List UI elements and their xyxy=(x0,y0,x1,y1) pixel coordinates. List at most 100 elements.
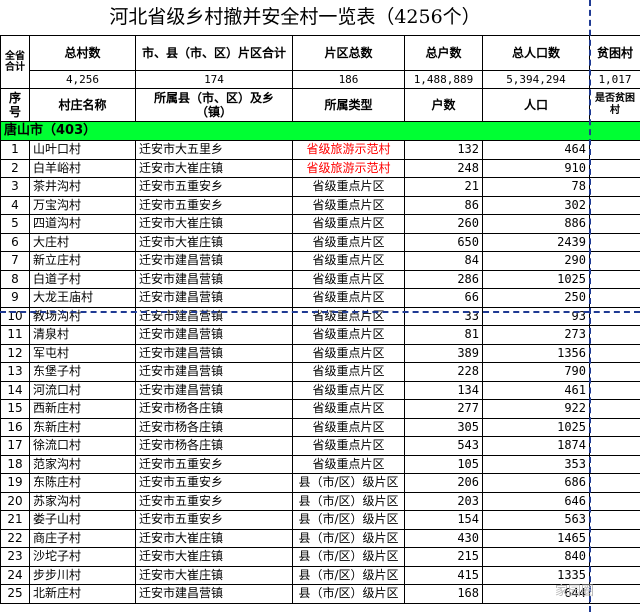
households: 415 xyxy=(404,565,483,585)
is-poor xyxy=(589,306,640,326)
table-row: 7 新立庄村 迁安市建昌营镇 省级重点片区 84 290 xyxy=(0,251,640,271)
row-index: 16 xyxy=(0,417,30,437)
col-is-poor: 是否贫困村 xyxy=(589,88,640,122)
col-village: 村庄名称 xyxy=(29,88,136,122)
village-type: 省级重点片区 xyxy=(292,177,405,197)
is-poor xyxy=(589,232,640,252)
village-name: 西新庄村 xyxy=(29,399,136,419)
population: 250 xyxy=(482,288,590,308)
population: 646 xyxy=(482,491,590,511)
village-name: 河流口村 xyxy=(29,380,136,400)
village-name: 苏家沟村 xyxy=(29,491,136,511)
county-total-header: 市、县（市、区）片区合计 xyxy=(135,35,293,71)
table-row: 15 西新庄村 迁安市杨各庄镇 省级重点片区 277 922 xyxy=(0,399,640,419)
households: 305 xyxy=(404,417,483,437)
is-poor xyxy=(589,417,640,437)
is-poor xyxy=(589,436,640,456)
row-index: 24 xyxy=(0,565,30,585)
households: 168 xyxy=(404,584,483,604)
county-town: 迁安市建昌营镇 xyxy=(135,306,293,326)
county-town: 迁安市建昌营镇 xyxy=(135,343,293,363)
county-town: 迁安市五重安乡 xyxy=(135,491,293,511)
household-total-header: 总户数 xyxy=(404,35,483,71)
row-index: 20 xyxy=(0,491,30,511)
households: 66 xyxy=(404,288,483,308)
household-total-value: 1,488,889 xyxy=(404,70,483,89)
table-row: 4 万宝沟村 迁安市五重安乡 省级重点片区 86 302 xyxy=(0,195,640,215)
households: 203 xyxy=(404,491,483,511)
is-poor xyxy=(589,510,640,530)
village-name: 东堡子村 xyxy=(29,362,136,382)
row-index: 13 xyxy=(0,362,30,382)
households: 650 xyxy=(404,232,483,252)
table-row: 25 北新庄村 迁安市建昌营镇 县（市/区）级片区 168 644 xyxy=(0,584,640,604)
row-index: 22 xyxy=(0,528,30,548)
row-index: 2 xyxy=(0,158,30,178)
row-index: 18 xyxy=(0,454,30,474)
village-type: 县（市/区）级片区 xyxy=(292,547,405,567)
county-town: 迁安市建昌营镇 xyxy=(135,251,293,271)
row-index: 15 xyxy=(0,399,30,419)
households: 134 xyxy=(404,380,483,400)
village-type: 省级重点片区 xyxy=(292,325,405,345)
village-name: 大庄村 xyxy=(29,232,136,252)
is-poor xyxy=(589,288,640,308)
is-poor xyxy=(589,140,640,160)
village-name: 大龙王庙村 xyxy=(29,288,136,308)
county-town: 迁安市大崔庄镇 xyxy=(135,214,293,234)
population: 686 xyxy=(482,473,590,493)
village-type: 省级重点片区 xyxy=(292,214,405,234)
col-index: 序号 xyxy=(0,88,30,122)
county-town: 迁安市五重安乡 xyxy=(135,195,293,215)
is-poor xyxy=(589,399,640,419)
county-town: 迁安市建昌营镇 xyxy=(135,269,293,289)
village-name: 教场沟村 xyxy=(29,306,136,326)
section-title: 唐山市（403） xyxy=(0,121,640,141)
village-type: 省级重点片区 xyxy=(292,417,405,437)
village-type: 省级重点片区 xyxy=(292,306,405,326)
village-type: 省级旅游示范村 xyxy=(292,158,405,178)
households: 105 xyxy=(404,454,483,474)
village-name: 东陈庄村 xyxy=(29,473,136,493)
village-name: 白羊峪村 xyxy=(29,158,136,178)
table-row: 21 娄子山村 迁安市五重安乡 县（市/区）级片区 154 563 xyxy=(0,510,640,530)
population: 1025 xyxy=(482,417,590,437)
table-row: 11 清泉村 迁安市建昌营镇 省级重点片区 81 273 xyxy=(0,325,640,345)
section-row: 唐山市（403） xyxy=(0,121,640,141)
row-index: 12 xyxy=(0,343,30,363)
county-town: 迁安市建昌营镇 xyxy=(135,362,293,382)
village-name: 万宝沟村 xyxy=(29,195,136,215)
population: 290 xyxy=(482,251,590,271)
village-type: 省级重点片区 xyxy=(292,195,405,215)
population: 464 xyxy=(482,140,590,160)
village-name: 东新庄村 xyxy=(29,417,136,437)
village-name: 沙坨子村 xyxy=(29,547,136,567)
row-index: 10 xyxy=(0,306,30,326)
county-town: 迁安市杨各庄镇 xyxy=(135,417,293,437)
is-poor xyxy=(589,177,640,197)
col-type: 所属类型 xyxy=(292,88,405,122)
village-type: 省级重点片区 xyxy=(292,362,405,382)
table-row: 22 商庄子村 迁安市大崔庄镇 县（市/区）级片区 430 1465 xyxy=(0,528,640,548)
is-poor xyxy=(589,473,640,493)
table-row: 16 东新庄村 迁安市杨各庄镇 省级重点片区 305 1025 xyxy=(0,417,640,437)
poor-village-header: 贫困村 xyxy=(589,35,640,71)
households: 389 xyxy=(404,343,483,363)
village-total-header: 总村数 xyxy=(29,35,136,71)
households: 84 xyxy=(404,251,483,271)
village-name: 北新庄村 xyxy=(29,584,136,604)
table-row: 1 山叶口村 迁安市大五里乡 省级旅游示范村 132 464 xyxy=(0,140,640,160)
population-total-value: 5,394,294 xyxy=(482,70,590,89)
row-index: 7 xyxy=(0,251,30,271)
households: 286 xyxy=(404,269,483,289)
table-row: 6 大庄村 迁安市大崔庄镇 省级重点片区 650 2439 xyxy=(0,232,640,252)
is-poor xyxy=(589,195,640,215)
row-index: 5 xyxy=(0,214,30,234)
village-type: 省级重点片区 xyxy=(292,232,405,252)
village-name: 徐流口村 xyxy=(29,436,136,456)
village-name: 军屯村 xyxy=(29,343,136,363)
households: 277 xyxy=(404,399,483,419)
village-type: 省级重点片区 xyxy=(292,380,405,400)
population: 273 xyxy=(482,325,590,345)
column-header-row: 序号 村庄名称 所属县（市、区）及乡（镇） 所属类型 户数 人口 是否贫困村 xyxy=(0,88,640,122)
